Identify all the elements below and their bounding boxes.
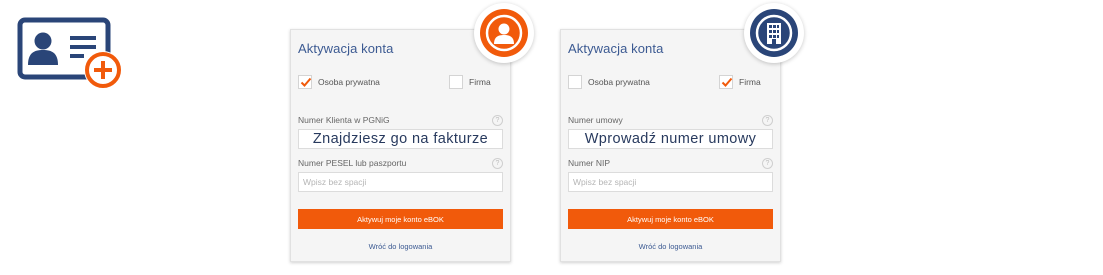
pesel-input[interactable]: Wpisz bez spacji [298, 172, 503, 192]
checkbox-box[interactable] [719, 75, 733, 89]
activation-card-company: Aktywacja konta Osoba prywatna Firma Num… [560, 3, 804, 262]
nip-input[interactable]: Wpisz bez spacji [568, 172, 773, 192]
checkbox-private-person[interactable]: Osoba prywatna [568, 75, 650, 89]
checkbox-private-person[interactable]: Osoba prywatna [298, 75, 380, 89]
client-number-label: Numer Klienta w PGNiG [298, 115, 390, 125]
checkbox-box[interactable] [298, 75, 312, 89]
checkbox-label: Osoba prywatna [318, 77, 380, 87]
building-badge [744, 3, 804, 63]
id-card-add-icon [16, 17, 128, 91]
checkbox-company[interactable]: Firma [449, 75, 491, 89]
activate-account-button[interactable]: Aktywuj moje konto eBOK [298, 209, 503, 229]
back-to-login-link[interactable]: Wróć do logowania [561, 242, 780, 251]
nip-label: Numer NIP [568, 158, 611, 168]
account-type-selector: Osoba prywatna Firma [568, 75, 773, 91]
contract-number-input[interactable]: Wprowadź numer umowy [568, 129, 773, 149]
activation-card-private: Aktywacja konta Osoba prywatna Firma Num… [290, 3, 534, 262]
checkbox-company[interactable]: Firma [719, 75, 761, 89]
card-title: Aktywacja konta [568, 41, 664, 56]
help-icon[interactable]: ? [762, 158, 773, 169]
help-icon[interactable]: ? [492, 158, 503, 169]
office-building-icon [750, 9, 798, 57]
help-icon[interactable]: ? [492, 115, 503, 126]
help-icon[interactable]: ? [762, 115, 773, 126]
pesel-label: Numer PESEL lub paszportu [298, 158, 407, 168]
contract-number-label: Numer umowy [568, 115, 623, 125]
activate-account-button[interactable]: Aktywuj moje konto eBOK [568, 209, 773, 229]
checkbox-box[interactable] [568, 75, 582, 89]
client-number-input[interactable]: Znajdziesz go na fakturze [298, 129, 503, 149]
checkbox-label: Firma [739, 77, 761, 87]
person-badge [474, 3, 534, 63]
back-to-login-link[interactable]: Wróć do logowania [291, 242, 510, 251]
checkbox-box[interactable] [449, 75, 463, 89]
checkbox-label: Osoba prywatna [588, 77, 650, 87]
account-type-selector: Osoba prywatna Firma [298, 75, 503, 91]
card-title: Aktywacja konta [298, 41, 394, 56]
person-icon [480, 9, 528, 57]
checkbox-label: Firma [469, 77, 491, 87]
checkmark-icon [721, 77, 733, 87]
checkmark-icon [300, 77, 312, 87]
